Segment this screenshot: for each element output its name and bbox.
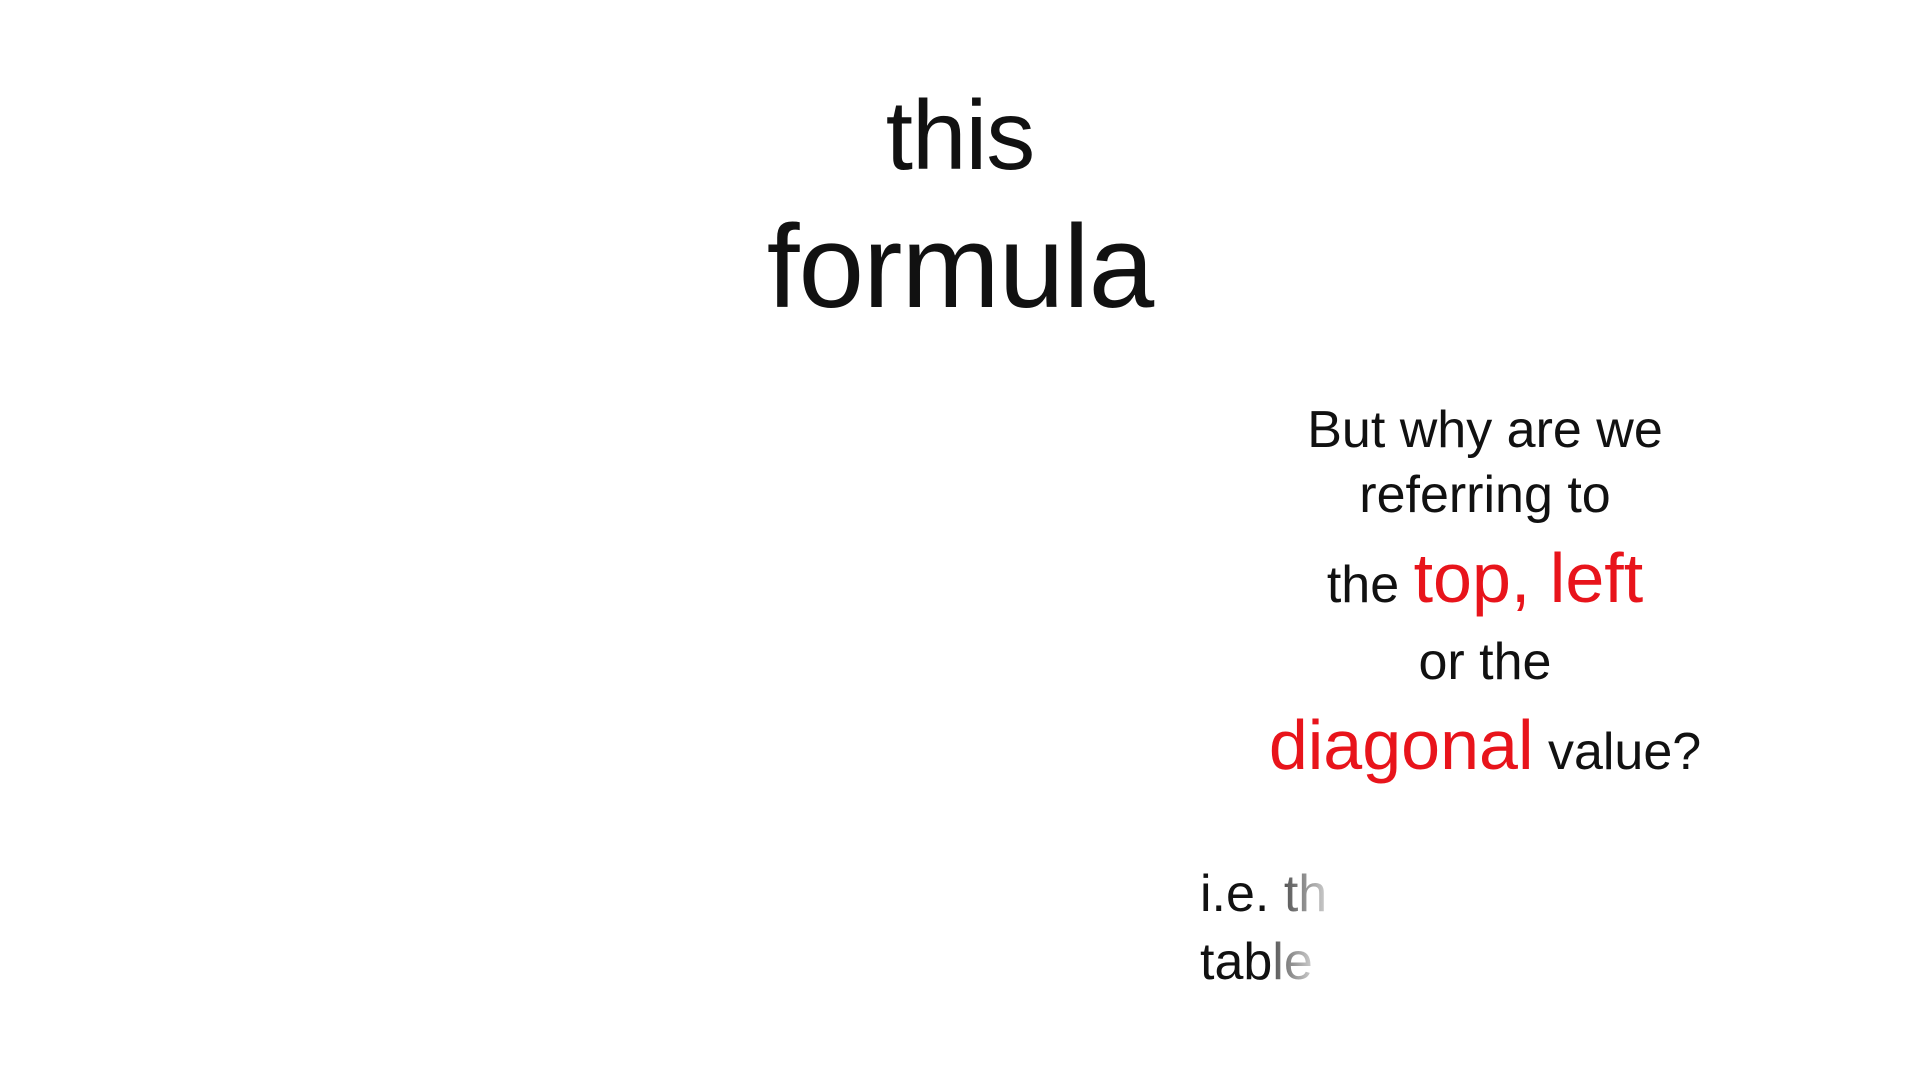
title-line-1: this (885, 80, 1036, 190)
question-block: But why are we referring to the top, lef… (1220, 398, 1750, 796)
question-line-3: the top, left (1220, 528, 1750, 630)
followup-line-2: table (1200, 928, 1327, 996)
question-line-5: diagonal value? (1220, 695, 1750, 797)
question-line-1: But why are we (1307, 401, 1663, 459)
question-line-3-prefix: the (1326, 556, 1400, 614)
question-line-2: referring to (1359, 466, 1611, 524)
followup-line-2-fade: le (1272, 933, 1313, 991)
question-line-5-suffix: value? (1547, 722, 1702, 781)
followup-text: i.e. th table (1200, 860, 1327, 996)
highlight-diagonal: diagonal (1268, 705, 1534, 784)
title-line-2: formula (766, 201, 1154, 333)
followup-line-1-prefix: i.e. (1200, 865, 1270, 923)
followup-line-2-prefix: tab (1200, 933, 1273, 991)
question-line-4: or the (1418, 632, 1552, 691)
highlight-top-left: top, left (1413, 539, 1644, 617)
followup-line-1: i.e. th (1200, 860, 1327, 928)
followup-line-1-fade: th (1283, 865, 1328, 923)
slide: this formula But why are we referring to… (0, 0, 1920, 1088)
